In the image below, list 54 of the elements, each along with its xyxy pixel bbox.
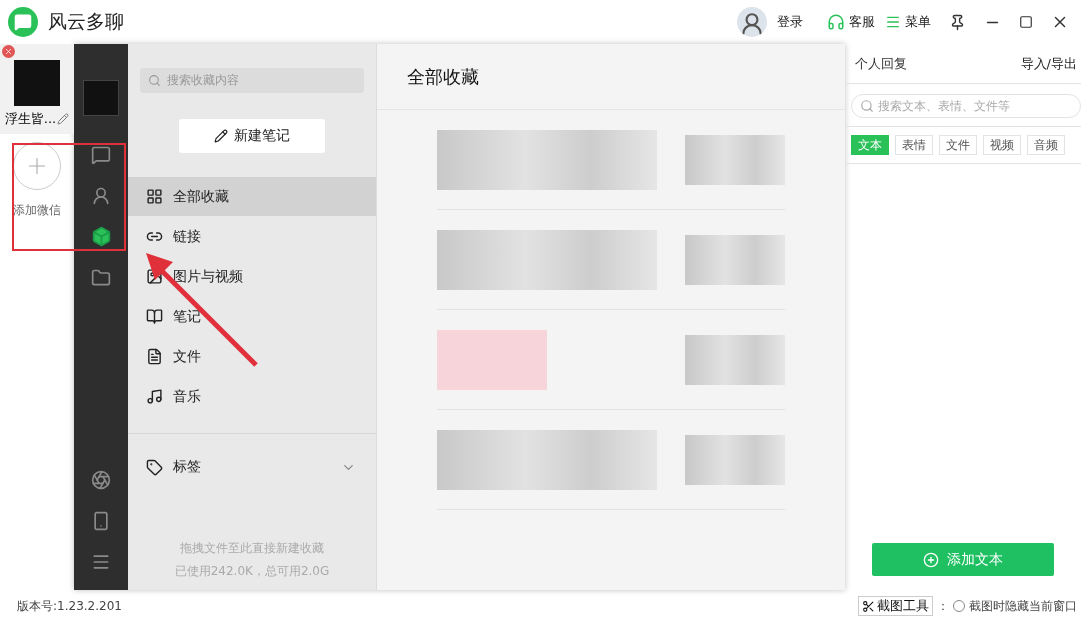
- version-label: 版本号:1.23.2.201: [17, 597, 122, 615]
- user-avatar[interactable]: [737, 7, 767, 37]
- reply-tab[interactable]: 文件: [939, 135, 977, 155]
- plus-circle-icon: [923, 551, 939, 568]
- pin-icon[interactable]: [949, 13, 966, 31]
- reply-tab[interactable]: 视频: [983, 135, 1021, 155]
- notebook-icon: [146, 308, 163, 325]
- hide-window-radio[interactable]: [953, 600, 965, 612]
- search-icon: [860, 99, 874, 113]
- category-item[interactable]: 链接: [128, 217, 376, 256]
- remove-icon[interactable]: [2, 45, 15, 58]
- account-name: 浮生皆...: [4, 110, 57, 128]
- login-link[interactable]: 登录: [777, 13, 803, 31]
- pencil-icon: [214, 129, 228, 143]
- headset-icon: [827, 13, 845, 31]
- photo-placeholder: [83, 80, 119, 116]
- screenshot-tool-button[interactable]: 截图工具: [858, 596, 933, 616]
- music-note-icon: [146, 388, 163, 405]
- account-card[interactable]: 浮生皆...: [0, 44, 74, 134]
- tag-icon: [146, 458, 163, 476]
- phone-icon: [91, 510, 111, 531]
- maximize-icon[interactable]: [1019, 15, 1033, 29]
- panel-title: 个人回复: [855, 54, 907, 73]
- search-icon: [148, 74, 161, 87]
- hide-window-label: 截图时隐藏当前窗口: [969, 597, 1077, 615]
- add-account-button[interactable]: [13, 142, 61, 190]
- folder-icon: [91, 267, 111, 288]
- reply-tab[interactable]: 表情: [895, 135, 933, 155]
- import-export-link[interactable]: 导入/导出: [1020, 54, 1077, 73]
- category-item[interactable]: 全部收藏: [128, 177, 376, 216]
- cube-icon: [90, 226, 112, 247]
- chat-icon: [91, 144, 111, 165]
- menu-button[interactable]: 菜单: [885, 13, 931, 31]
- pencil-icon: [57, 113, 70, 125]
- drop-hint: 拖拽文件至此直接新建收藏: [180, 540, 324, 557]
- document-icon: [146, 348, 163, 365]
- tags-item[interactable]: 标签: [128, 434, 376, 500]
- new-note-button[interactable]: 新建笔记: [179, 119, 325, 153]
- menu-icon: [885, 14, 901, 30]
- scissors-icon: [862, 599, 875, 613]
- category-item[interactable]: 笔记: [128, 297, 376, 336]
- category-item[interactable]: 文件: [128, 337, 376, 376]
- photo-placeholder: [14, 60, 60, 106]
- app-logo: [8, 7, 38, 37]
- reply-tab[interactable]: 音频: [1027, 135, 1065, 155]
- category-item[interactable]: 音乐: [128, 377, 376, 416]
- separator-colon: ：: [937, 597, 949, 615]
- add-account-label: 添加微信: [13, 202, 61, 219]
- contacts-icon: [91, 185, 111, 206]
- grid-icon: [146, 188, 163, 205]
- content-title: 全部收藏: [407, 64, 479, 89]
- storage-usage: 已使用242.0K，总可用2.0G: [174, 563, 330, 580]
- app-title: 风云多聊: [48, 9, 124, 34]
- service-button[interactable]: 客服: [827, 13, 875, 31]
